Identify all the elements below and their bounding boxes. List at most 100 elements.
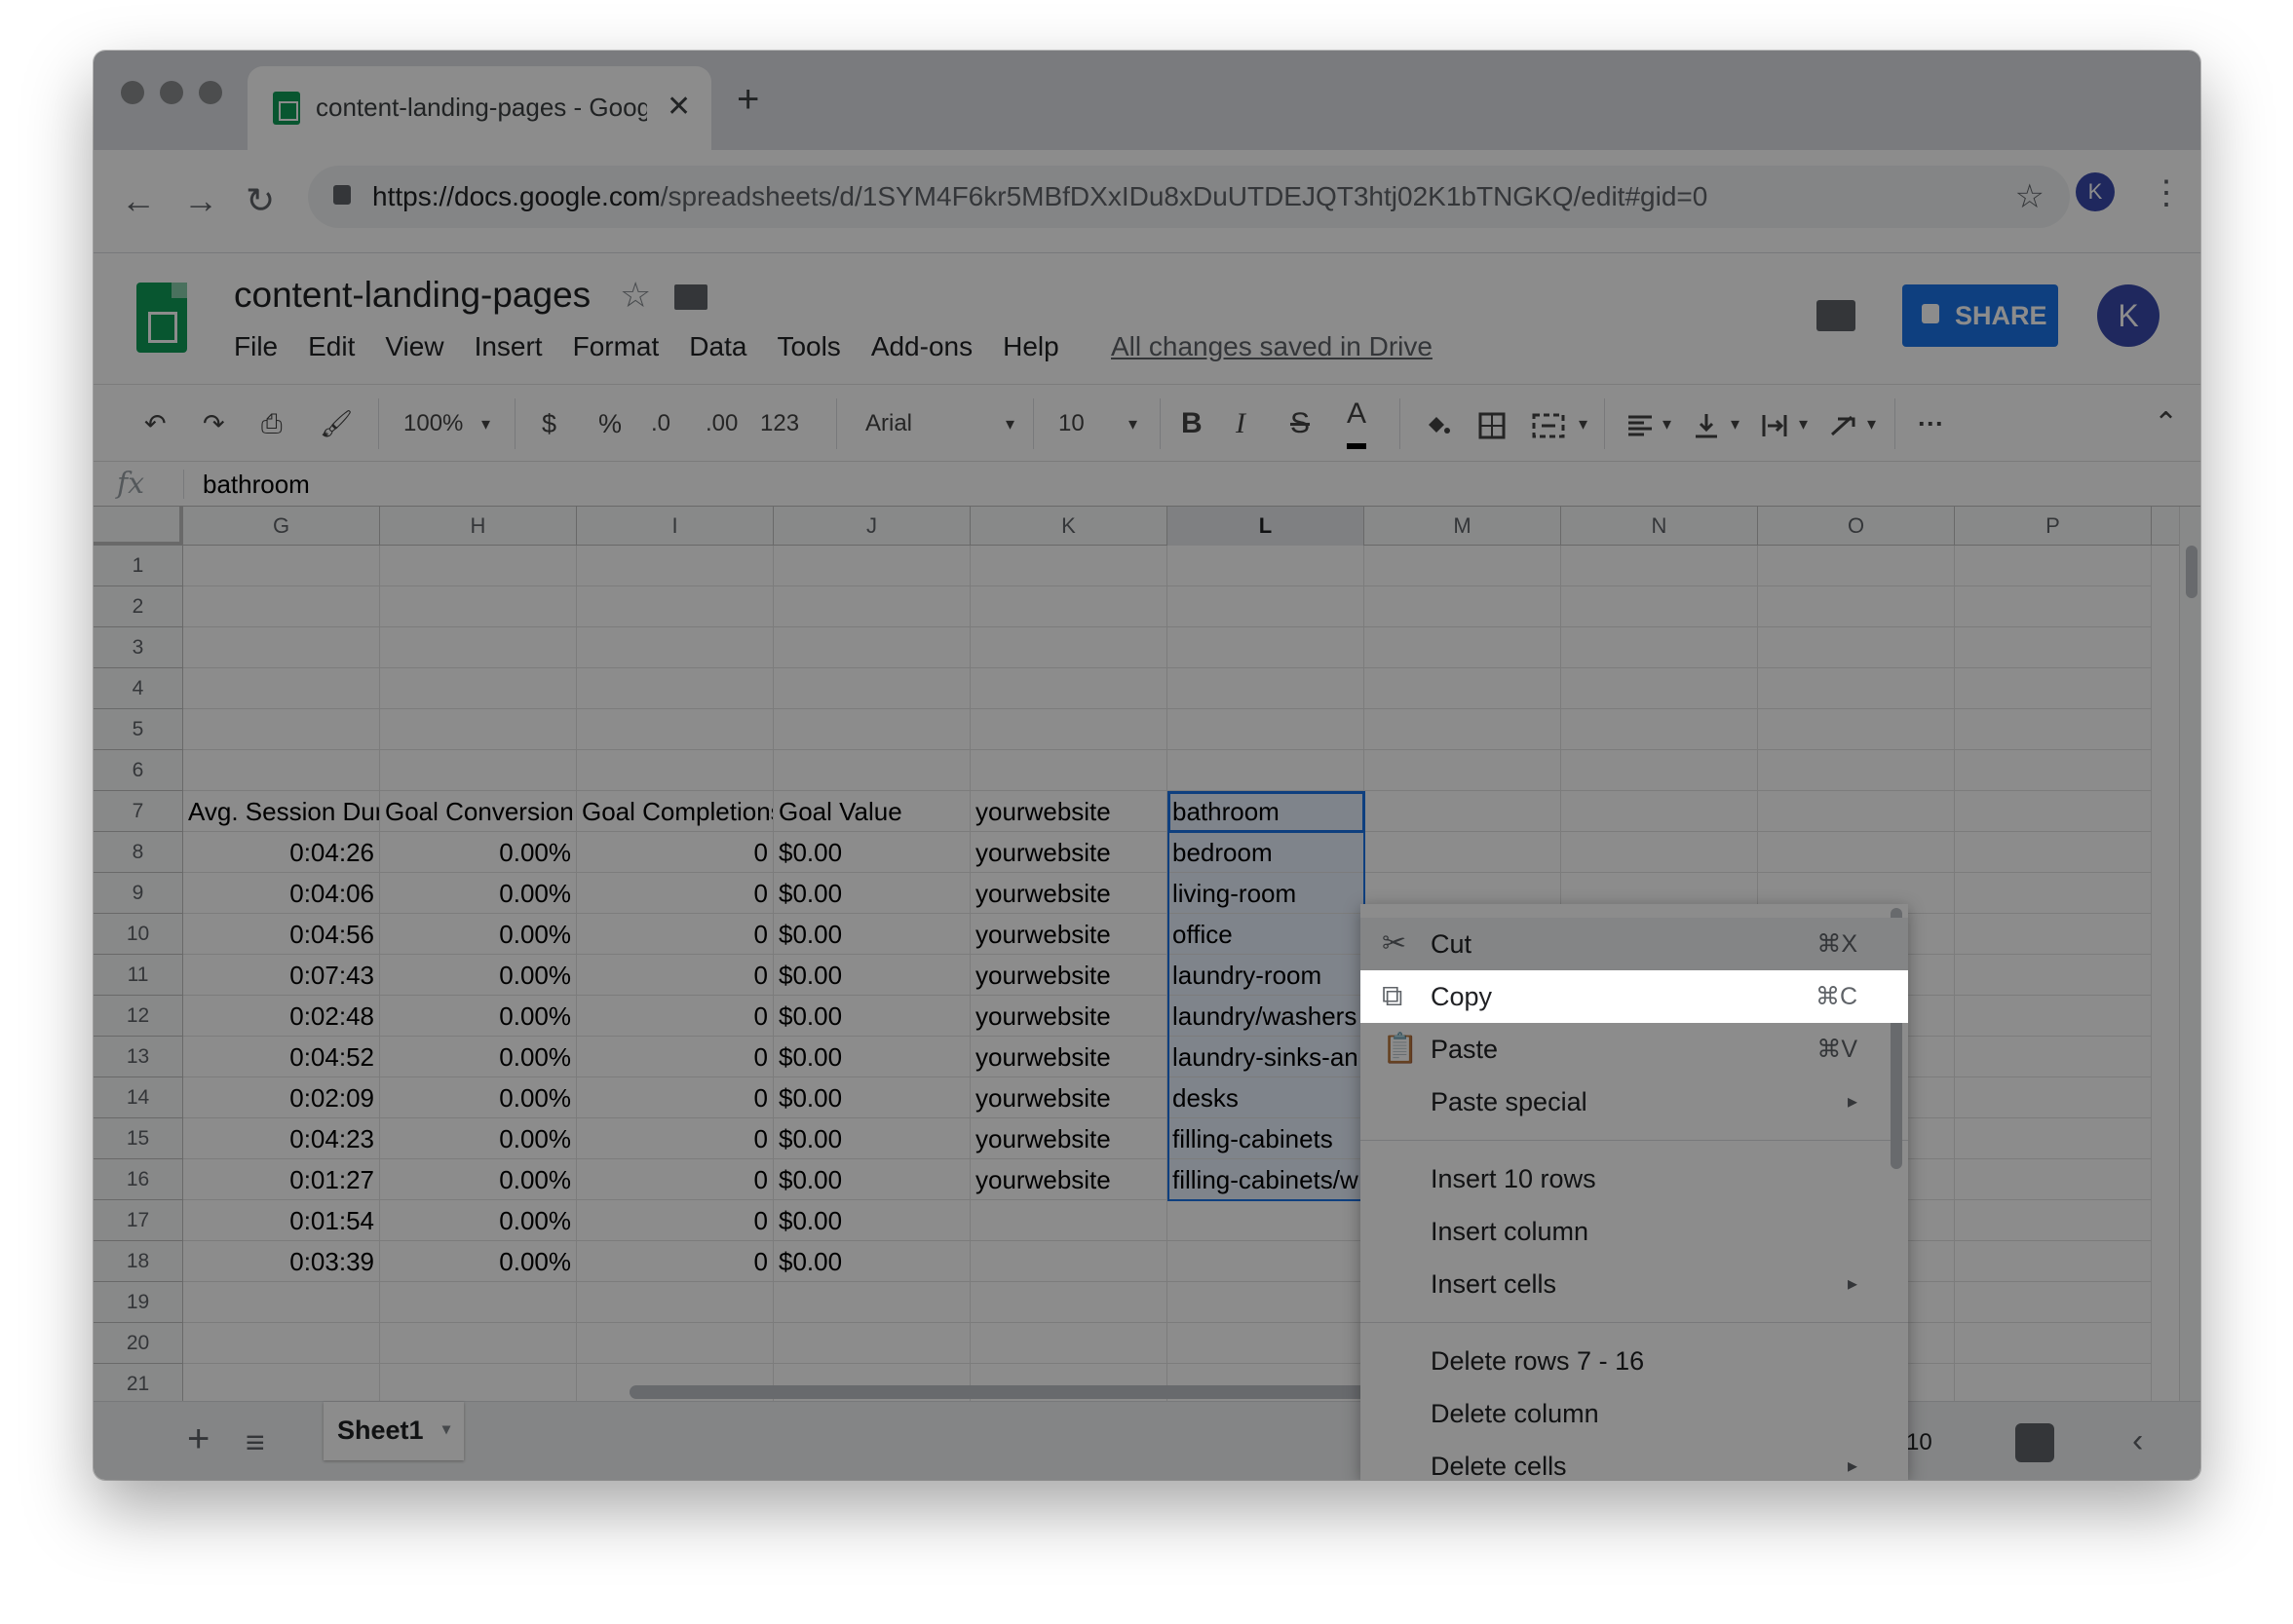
column-header-g[interactable]: G (183, 507, 380, 546)
row-header[interactable]: 16 (94, 1159, 183, 1200)
cell-g9[interactable]: 0:04:06 (183, 873, 380, 914)
cell-g5[interactable] (183, 709, 380, 750)
menu-item-insert-cells[interactable]: Insert cells ▸ (1360, 1258, 1908, 1310)
cell-l2[interactable] (1167, 586, 1364, 627)
cell-p18[interactable] (1955, 1241, 2152, 1282)
cell-k15[interactable]: yourwebsite (971, 1118, 1167, 1159)
close-tab-icon[interactable]: ✕ (667, 86, 691, 129)
row-header[interactable]: 15 (94, 1118, 183, 1159)
cell-h1[interactable] (380, 546, 577, 586)
cell-h7[interactable]: Goal Conversion Rate (380, 791, 577, 832)
font-dropdown-icon[interactable]: ▾ (1006, 385, 1014, 463)
cell-h9[interactable]: 0.00% (380, 873, 577, 914)
cell-i8[interactable]: 0 (577, 832, 774, 873)
rotation-dropdown-icon[interactable]: ▾ (1867, 385, 1876, 463)
cell-j10[interactable]: $0.00 (774, 914, 971, 955)
document-title[interactable]: content-landing-pages (234, 275, 591, 316)
cell-l18[interactable] (1167, 1241, 1364, 1282)
cell-l4[interactable] (1167, 668, 1364, 709)
cell-m7[interactable] (1364, 791, 1561, 832)
chevron-down-icon[interactable]: ▾ (442, 1402, 450, 1458)
cell-h11[interactable]: 0.00% (380, 955, 577, 996)
cell-i7[interactable]: Goal Completions (577, 791, 774, 832)
row-header[interactable]: 5 (94, 709, 183, 750)
new-tab-button[interactable]: + (737, 80, 759, 119)
cell-n1[interactable] (1561, 546, 1758, 586)
cell-o7[interactable] (1758, 791, 1955, 832)
cell-p11[interactable] (1955, 955, 2152, 996)
cell-p1[interactable] (1955, 546, 2152, 586)
cell-l10[interactable]: office (1167, 914, 1364, 955)
share-button[interactable]: SHARE (1902, 284, 2058, 347)
cell-p10[interactable] (1955, 914, 2152, 955)
column-header-j[interactable]: J (774, 507, 971, 546)
cell-j4[interactable] (774, 668, 971, 709)
cell-p9[interactable] (1955, 873, 2152, 914)
cell-i17[interactable]: 0 (577, 1200, 774, 1241)
cell-k11[interactable]: yourwebsite (971, 955, 1167, 996)
cell-l20[interactable] (1167, 1323, 1364, 1364)
menu-format[interactable]: Format (573, 331, 660, 362)
cell-k17[interactable] (971, 1200, 1167, 1241)
explore-icon[interactable] (2015, 1423, 2054, 1462)
cell-i2[interactable] (577, 586, 774, 627)
cell-p5[interactable] (1955, 709, 2152, 750)
menu-insert[interactable]: Insert (475, 331, 543, 362)
row-header[interactable]: 19 (94, 1282, 183, 1323)
menu-item-paste-special[interactable]: Paste special ▸ (1360, 1076, 1908, 1128)
cell-g20[interactable] (183, 1323, 380, 1364)
minimize-window-button[interactable] (160, 81, 183, 104)
currency-format-button[interactable]: $ (542, 385, 556, 463)
cell-n7[interactable] (1561, 791, 1758, 832)
cell-l7[interactable]: bathroom (1167, 791, 1364, 832)
menu-tools[interactable]: Tools (777, 331, 840, 362)
collapse-side-panel-icon[interactable]: ‹ (2132, 1419, 2143, 1462)
cell-p13[interactable] (1955, 1037, 2152, 1077)
cell-g4[interactable] (183, 668, 380, 709)
cell-j9[interactable]: $0.00 (774, 873, 971, 914)
address-bar[interactable]: https://docs.google.com/spreadsheets/d/1… (308, 166, 2070, 228)
cell-j12[interactable]: $0.00 (774, 996, 971, 1037)
vertical-scroll-thumb[interactable] (2186, 546, 2197, 598)
cell-g17[interactable]: 0:01:54 (183, 1200, 380, 1241)
cell-g15[interactable]: 0:04:23 (183, 1118, 380, 1159)
cell-g14[interactable]: 0:02:09 (183, 1077, 380, 1118)
add-sheet-icon[interactable]: + (187, 1419, 210, 1458)
cell-j14[interactable]: $0.00 (774, 1077, 971, 1118)
cell-i13[interactable]: 0 (577, 1037, 774, 1077)
bookmark-star-icon[interactable]: ☆ (2015, 177, 2045, 216)
cell-l17[interactable] (1167, 1200, 1364, 1241)
cell-m5[interactable] (1364, 709, 1561, 750)
zoom-dropdown-icon[interactable]: ▾ (481, 385, 490, 463)
menu-file[interactable]: File (234, 331, 278, 362)
cell-l6[interactable] (1167, 750, 1364, 791)
cell-h6[interactable] (380, 750, 577, 791)
cell-j18[interactable]: $0.00 (774, 1241, 971, 1282)
row-header[interactable]: 12 (94, 996, 183, 1037)
cell-i20[interactable] (577, 1323, 774, 1364)
cell-l15[interactable]: filling-cabinets (1167, 1118, 1364, 1159)
vertical-align-icon[interactable] (1692, 385, 1721, 463)
cell-i1[interactable] (577, 546, 774, 586)
cell-j7[interactable]: Goal Value (774, 791, 971, 832)
menu-item-copy[interactable]: ⧉ Copy ⌘C (1360, 970, 1908, 1023)
cell-l19[interactable] (1167, 1282, 1364, 1323)
cell-m1[interactable] (1364, 546, 1561, 586)
cell-n6[interactable] (1561, 750, 1758, 791)
cell-m6[interactable] (1364, 750, 1561, 791)
cell-h21[interactable] (380, 1364, 577, 1405)
cell-p8[interactable] (1955, 832, 2152, 873)
cell-n4[interactable] (1561, 668, 1758, 709)
merge-dropdown-icon[interactable]: ▾ (1579, 385, 1587, 463)
cell-o2[interactable] (1758, 586, 1955, 627)
column-header-o[interactable]: O (1758, 507, 1955, 546)
menu-item-cut[interactable]: ✂ Cut ⌘X (1360, 918, 1908, 970)
cell-k20[interactable] (971, 1323, 1167, 1364)
print-icon[interactable]: ⎙ (261, 385, 283, 463)
browser-tab[interactable]: content-landing-pages - Google Sheets ✕ (248, 66, 711, 150)
strikethrough-button[interactable]: S (1290, 385, 1310, 463)
cell-m3[interactable] (1364, 627, 1561, 668)
cell-g7[interactable]: Avg. Session Duration (183, 791, 380, 832)
text-rotation-icon[interactable] (1828, 385, 1857, 463)
account-avatar[interactable]: K (2097, 284, 2159, 347)
